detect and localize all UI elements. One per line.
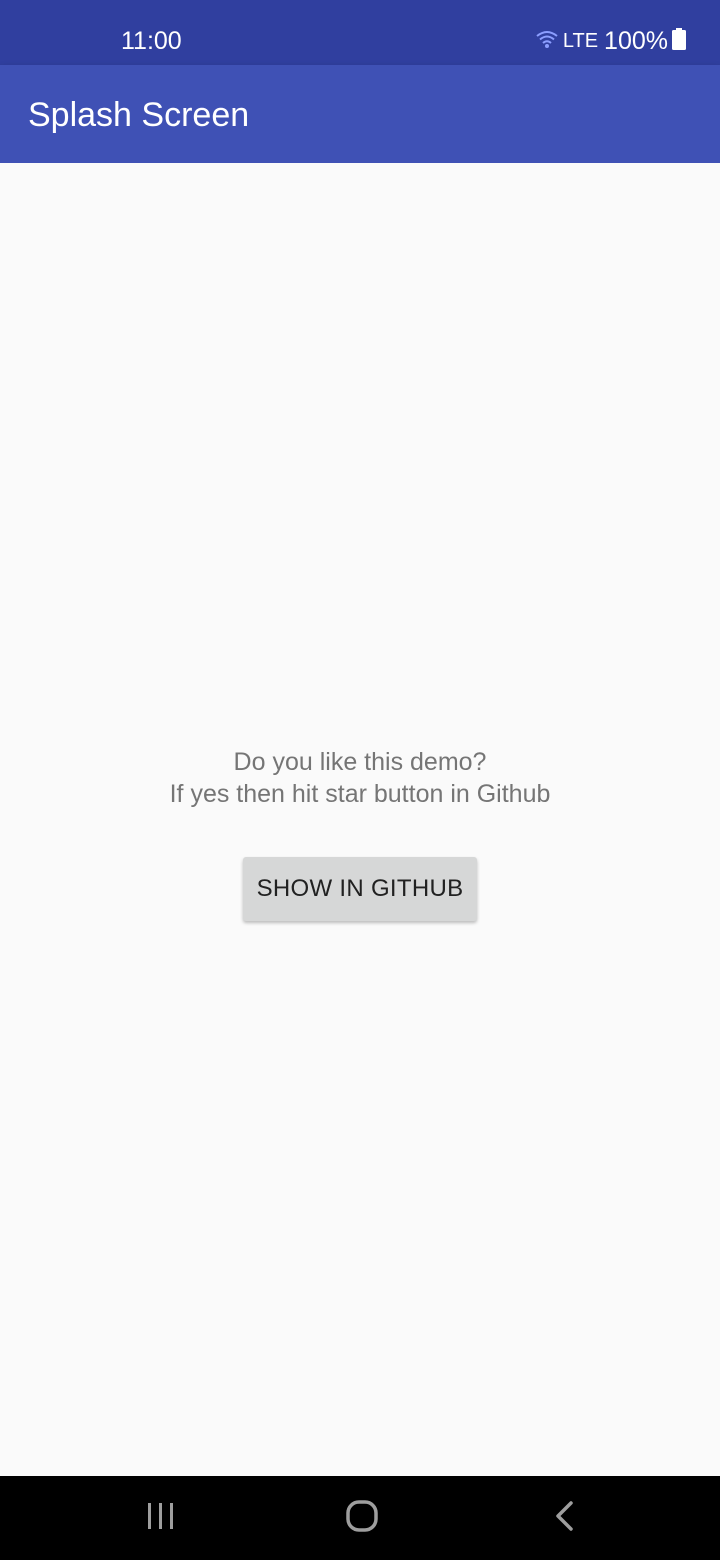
battery-icon [672, 27, 686, 55]
network-type: LTE [562, 30, 599, 52]
main-content: Do you like this demo? If yes then hit s… [0, 163, 720, 1476]
recent-apps-icon [146, 1501, 176, 1536]
show-in-github-button[interactable]: SHOW IN GITHUB [243, 857, 477, 921]
status-indicators: LTE 100% [535, 26, 686, 56]
message-line-1: Do you like this demo? [233, 748, 487, 776]
battery-level: 100% [604, 27, 668, 55]
wifi-icon [535, 29, 559, 54]
status-time: 11:00 [121, 27, 182, 55]
home-button[interactable] [322, 1490, 402, 1546]
message-line-2: If yes then hit star button in Github [169, 780, 551, 808]
home-icon [345, 1499, 379, 1538]
back-icon [553, 1500, 575, 1537]
app-bar: Splash Screen [0, 65, 720, 163]
navigation-bar [0, 1476, 720, 1560]
recent-apps-button[interactable] [121, 1490, 201, 1546]
page-title: Splash Screen [28, 96, 250, 134]
status-bar: 11:00 LTE 100% [0, 0, 720, 65]
back-button[interactable] [524, 1490, 604, 1546]
message-text: Do you like this demo? If yes then hit s… [0, 746, 720, 810]
